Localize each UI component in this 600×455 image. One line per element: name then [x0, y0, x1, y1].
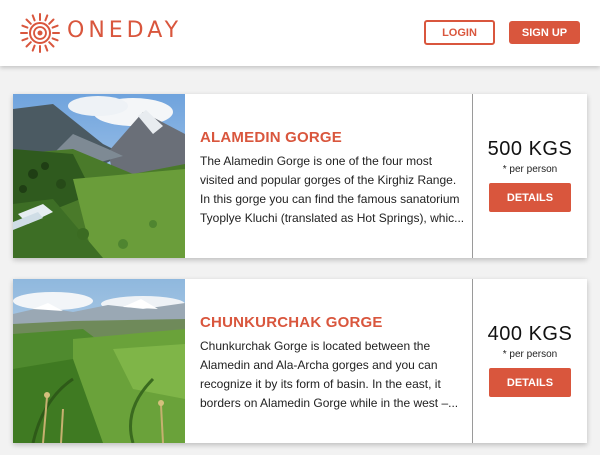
tour-photo-alamedin[interactable] [13, 94, 185, 258]
tour-price: 500 KGS [487, 138, 573, 160]
price-box: 400 KGS * per person DETAILS [473, 279, 587, 443]
tour-price: 400 KGS [487, 323, 573, 345]
tour-card: CHUNKURCHAK GORGE Chunkurchak Gorge is l… [13, 279, 587, 443]
tour-card: ALAMEDIN GORGE The Alamedin Gorge is one… [13, 94, 587, 258]
price-note: * per person [502, 349, 558, 360]
price-box: 500 KGS * per person DETAILS [473, 94, 587, 258]
tour-photo-chunkurchak[interactable] [13, 279, 185, 443]
details-button[interactable]: DETAILS [489, 368, 571, 397]
tour-description: The Alamedin Gorge is one of the four mo… [200, 154, 465, 225]
sun-logo-icon[interactable] [20, 13, 60, 53]
login-button[interactable]: LOGIN [424, 20, 495, 45]
signup-button[interactable]: SIGN UP [509, 21, 580, 44]
details-button[interactable]: DETAILS [489, 183, 571, 212]
tour-description: Chunkurchak Gorge is located between the… [200, 339, 459, 410]
brand-name[interactable]: ONEDAY [67, 18, 182, 43]
tour-info: CHUNKURCHAK GORGE Chunkurchak Gorge is l… [200, 279, 472, 443]
site-header: ONEDAY LOGIN SIGN UP [0, 0, 600, 66]
tour-title[interactable]: ALAMEDIN GORGE [200, 129, 342, 146]
tour-info: ALAMEDIN GORGE The Alamedin Gorge is one… [200, 94, 472, 258]
price-note: * per person [502, 164, 558, 175]
tour-title[interactable]: CHUNKURCHAK GORGE [200, 314, 383, 331]
